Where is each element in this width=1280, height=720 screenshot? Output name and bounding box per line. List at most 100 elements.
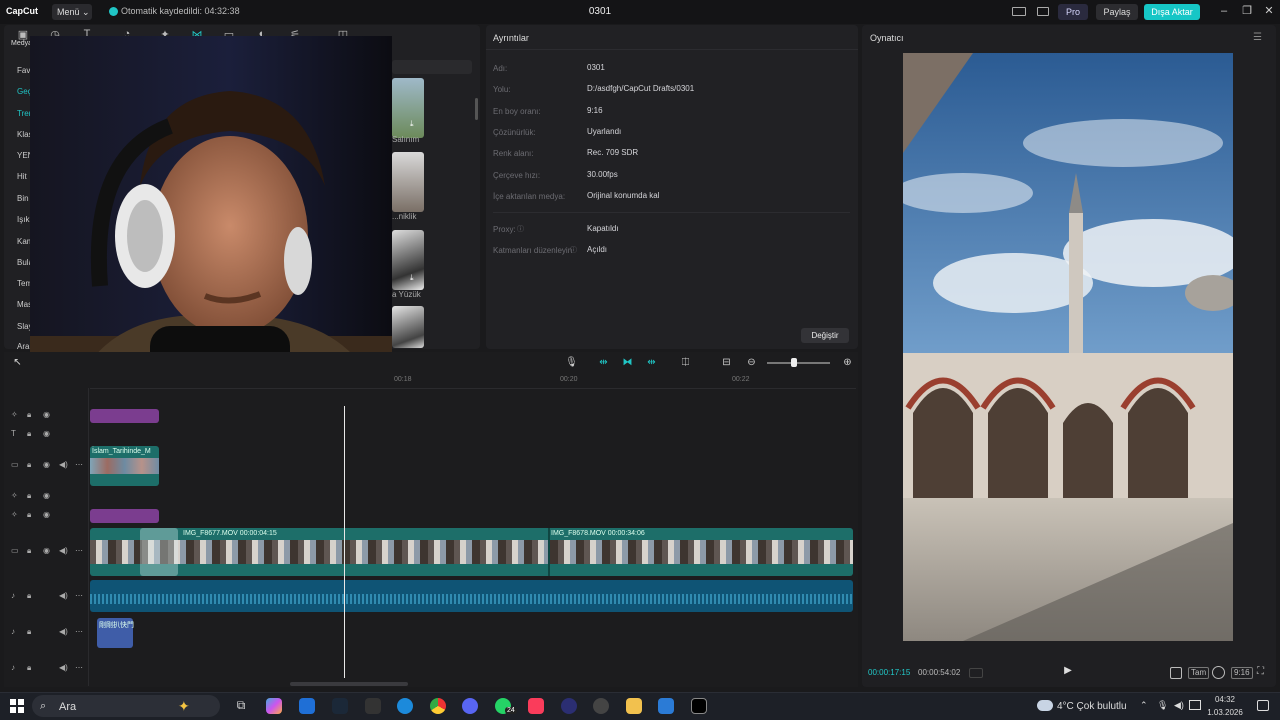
discord-icon[interactable] <box>462 698 478 714</box>
speaker-icon[interactable]: ◀) <box>59 663 68 672</box>
zoom-slider-knob[interactable] <box>791 358 797 367</box>
ratio-button[interactable]: 9:16 <box>1231 667 1253 679</box>
transition-thumbnail[interactable] <box>392 78 424 138</box>
eye-icon[interactable]: ◉ <box>43 510 50 519</box>
media-search-bar[interactable] <box>392 60 472 74</box>
zoom-in-icon[interactable]: ⊕ <box>841 357 854 368</box>
layout-icon[interactable] <box>1012 7 1026 16</box>
select-cursor-icon[interactable]: ↖ <box>11 357 24 368</box>
shortcut-icon[interactable] <box>1037 7 1049 16</box>
notifications-icon[interactable] <box>1257 700 1269 711</box>
timecode-format-icon[interactable] <box>969 668 983 678</box>
category-item[interactable]: Tren <box>17 109 31 118</box>
eye-icon[interactable]: ◉ <box>43 429 50 438</box>
zoom-out-icon[interactable]: ⊖ <box>745 357 758 368</box>
category-item[interactable]: Bin <box>17 194 31 203</box>
transition-thumbnail[interactable] <box>392 306 424 348</box>
outlook-icon[interactable] <box>299 698 315 714</box>
export-button[interactable]: Dışa Aktar <box>1144 4 1200 20</box>
category-item[interactable]: Fav <box>17 66 31 75</box>
task-view-icon[interactable]: ⧉ <box>233 698 249 714</box>
network-icon[interactable] <box>1189 700 1201 710</box>
chrome-icon[interactable] <box>430 698 446 714</box>
speaker-icon[interactable]: ◀) <box>59 627 68 636</box>
hamburger-menu-icon[interactable]: ☰ <box>1253 32 1262 43</box>
eye-icon[interactable]: ◉ <box>43 546 50 555</box>
category-item[interactable]: Hit <box>17 172 31 181</box>
transition-thumbnail[interactable] <box>392 230 424 290</box>
microphone-icon[interactable]: 🎙 <box>565 357 578 368</box>
zoom-slider[interactable] <box>767 362 830 364</box>
edge-icon[interactable] <box>397 698 413 714</box>
weather-status[interactable]: 4°C Çok bulutlu <box>1057 701 1127 712</box>
clock-date[interactable]: 1.03.2026 <box>1203 708 1247 717</box>
capcut-taskbar-icon[interactable] <box>691 698 707 714</box>
lock-icon[interactable]: 🔒︎ <box>27 510 31 520</box>
file-explorer-icon[interactable] <box>626 698 642 714</box>
more-icon[interactable]: ⋯ <box>75 460 83 469</box>
copilot-app-icon[interactable] <box>266 698 282 714</box>
fullscreen-icon[interactable]: ⛶ <box>1257 666 1264 677</box>
lock-icon[interactable]: 🔒︎ <box>27 460 31 470</box>
category-item[interactable]: Slay <box>17 322 31 331</box>
eye-icon[interactable]: ◉ <box>43 410 50 419</box>
clock-time[interactable]: 04:32 <box>1207 695 1243 704</box>
app-icon[interactable] <box>561 698 577 714</box>
lock-icon[interactable]: 🔒︎ <box>27 663 31 673</box>
more-icon[interactable]: ⋯ <box>75 627 83 636</box>
epic-games-icon[interactable] <box>365 698 381 714</box>
close-icon[interactable]: ✕ <box>1262 4 1276 18</box>
split-icon[interactable]: ⎅ <box>679 357 692 368</box>
info-icon[interactable]: ⓘ <box>517 224 524 234</box>
more-icon[interactable]: ⋯ <box>75 663 83 672</box>
eye-icon[interactable]: ◉ <box>43 491 50 500</box>
preview-axis-icon[interactable]: ⇹ <box>645 357 658 368</box>
category-item[interactable]: Bula <box>17 258 31 267</box>
volume-icon[interactable]: ◀) <box>1174 700 1184 711</box>
playhead[interactable] <box>344 406 345 678</box>
speaker-icon[interactable]: ◀) <box>59 460 68 469</box>
lock-icon[interactable]: 🔒︎ <box>27 591 31 601</box>
paint-icon[interactable] <box>658 698 674 714</box>
eye-icon[interactable]: ◉ <box>43 460 50 469</box>
category-item[interactable]: Kam <box>17 237 31 246</box>
download-icon[interactable]: ⤓ <box>410 119 414 129</box>
category-item[interactable]: Geç <box>17 87 31 96</box>
more-icon[interactable]: ⋯ <box>75 546 83 555</box>
link-icon[interactable]: ⧓ <box>621 357 634 368</box>
play-icon[interactable]: ▶ <box>1061 665 1075 679</box>
app-icon[interactable] <box>593 698 609 714</box>
microphone-icon[interactable]: 🎙 <box>1157 700 1168 711</box>
maximize-icon[interactable]: ❐ <box>1240 4 1254 18</box>
effect-clip[interactable] <box>90 509 159 523</box>
transition-marker[interactable] <box>140 528 178 576</box>
lock-icon[interactable]: 🔒︎ <box>27 546 31 556</box>
chevron-up-icon[interactable]: ⌃ <box>1140 700 1148 711</box>
lock-icon[interactable]: 🔒︎ <box>27 491 31 501</box>
snapshot-icon[interactable] <box>1212 666 1225 679</box>
quality-button[interactable]: Tam <box>1188 667 1210 679</box>
category-item[interactable]: YEN <box>17 151 31 160</box>
lock-icon[interactable]: 🔒︎ <box>27 627 31 637</box>
timeline-scrollbar[interactable] <box>290 682 408 686</box>
category-item[interactable]: Klas <box>17 130 31 139</box>
music-icon[interactable] <box>528 698 544 714</box>
info-icon[interactable]: ⓘ <box>570 245 577 255</box>
speaker-icon[interactable]: ◀) <box>59 546 68 555</box>
share-button[interactable]: Paylaş <box>1096 4 1138 20</box>
lock-icon[interactable]: 🔒︎ <box>27 410 31 420</box>
timeline-ruler[interactable] <box>90 388 856 389</box>
audio-waveform-clip[interactable] <box>90 580 853 612</box>
steam-icon[interactable] <box>332 698 348 714</box>
effect-clip[interactable] <box>90 409 159 423</box>
speaker-icon[interactable]: ◀) <box>59 591 68 600</box>
category-item[interactable]: Mas <box>17 300 31 309</box>
menu-button[interactable]: Menü ⌄ <box>52 4 92 20</box>
media-scrollbar[interactable] <box>475 98 478 120</box>
lock-icon[interactable]: 🔒︎ <box>27 429 31 439</box>
fit-icon[interactable]: ⊟ <box>720 357 733 368</box>
minimize-icon[interactable]: – <box>1217 4 1231 18</box>
transition-thumbnail[interactable] <box>392 152 424 212</box>
magnet-icon[interactable]: ⇹ <box>597 357 610 368</box>
more-icon[interactable]: ⋯ <box>75 591 83 600</box>
